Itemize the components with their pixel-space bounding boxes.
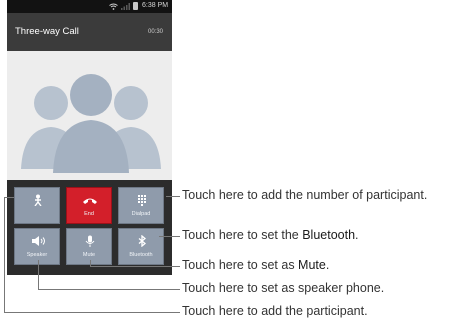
speaker-label: Speaker bbox=[26, 252, 48, 258]
callout-bluetooth: Touch here to set the Bluetooth. bbox=[182, 228, 359, 242]
callout-add-participant: Touch here to add the participant. bbox=[182, 304, 368, 318]
participants-area bbox=[7, 51, 172, 180]
bluetooth-label: Bluetooth bbox=[129, 252, 153, 258]
speaker-icon bbox=[32, 236, 45, 246]
add-call-button[interactable] bbox=[14, 187, 60, 224]
end-call-button[interactable]: End bbox=[66, 187, 112, 224]
call-title: Three-way Call bbox=[15, 26, 79, 37]
microphone-icon bbox=[85, 235, 95, 247]
callout-mute-term: Mute bbox=[298, 258, 326, 272]
callout-bluetooth-term: Bluetooth bbox=[302, 228, 356, 242]
phone-screen: 6:38 PM Three-way Call 00:30 End Dialpad… bbox=[7, 0, 172, 275]
speaker-button[interactable]: Speaker bbox=[14, 228, 60, 265]
callout-bluetooth-suffix: . bbox=[355, 228, 359, 242]
battery-icon bbox=[133, 2, 138, 10]
callout-mute: Touch here to set as Mute. bbox=[182, 258, 329, 272]
dialpad-button[interactable]: Dialpad bbox=[118, 187, 164, 224]
call-timer: 00:30 bbox=[147, 29, 163, 35]
callout-bluetooth-prefix: Touch here to set the bbox=[182, 228, 303, 242]
dialpad-icon bbox=[138, 195, 146, 206]
end-call-label: End bbox=[84, 211, 94, 217]
callout-line-dialpad bbox=[166, 196, 180, 197]
wifi-icon bbox=[109, 3, 118, 10]
participant-avatars bbox=[21, 74, 161, 173]
callout-line-speaker bbox=[38, 289, 180, 290]
signal-icon bbox=[121, 3, 130, 10]
callout-line-speaker-vertical bbox=[38, 260, 39, 289]
mute-button[interactable]: Mute bbox=[66, 228, 112, 265]
callout-line-bluetooth bbox=[159, 236, 180, 237]
mute-label: Mute bbox=[82, 252, 96, 258]
add-participant-icon bbox=[34, 194, 42, 206]
status-time: 6:38 PM bbox=[142, 2, 169, 9]
bluetooth-button[interactable]: Bluetooth bbox=[118, 228, 164, 265]
callout-line-add-participant bbox=[4, 312, 180, 313]
callout-mute-prefix: Touch here to set as bbox=[182, 258, 299, 272]
callout-line-mute bbox=[90, 266, 180, 267]
end-call-icon bbox=[83, 198, 97, 204]
callout-line-add-participant-vertical bbox=[4, 197, 5, 312]
callout-speaker: Touch here to set as speaker phone. bbox=[182, 281, 385, 295]
callout-mute-suffix: . bbox=[325, 258, 330, 272]
status-bar: 6:38 PM bbox=[7, 0, 172, 13]
person-silhouette-icon bbox=[53, 74, 129, 173]
call-header: Three-way Call 00:30 bbox=[7, 13, 172, 51]
callout-dialpad: Touch here to add the number of particip… bbox=[182, 188, 428, 202]
callout-line-add-participant-top bbox=[4, 197, 14, 198]
dialpad-label: Dialpad bbox=[131, 211, 151, 217]
